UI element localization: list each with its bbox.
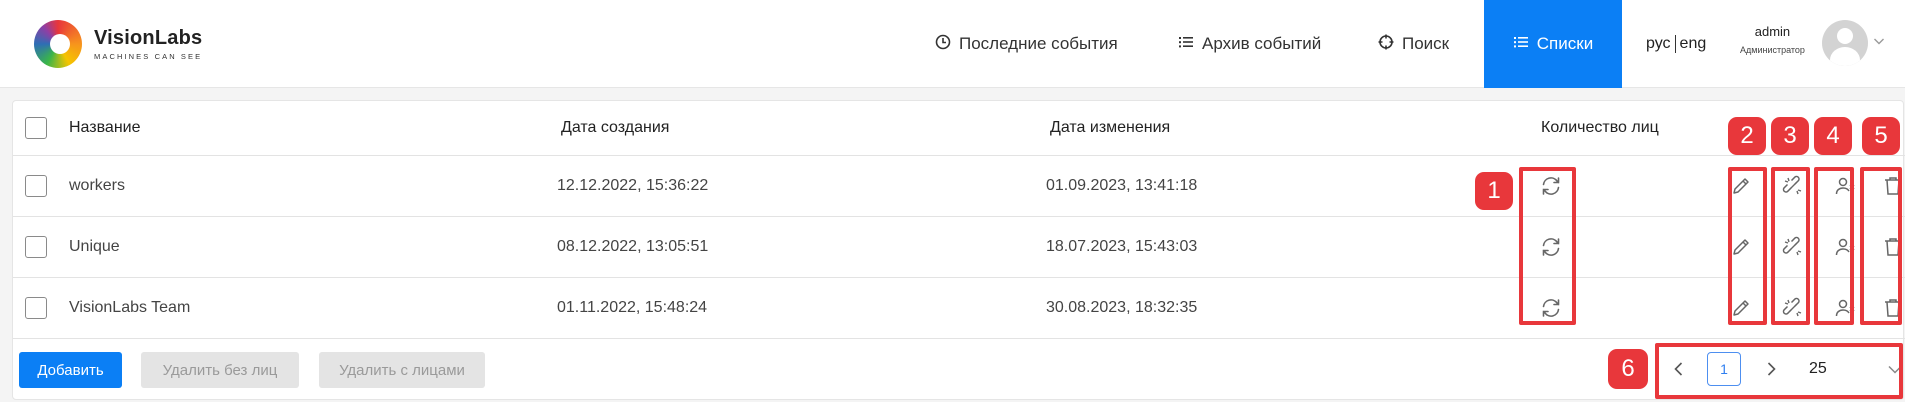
logo-name: VisionLabs <box>94 27 203 49</box>
avatar[interactable] <box>1822 20 1868 66</box>
logo-tagline: MACHINES CAN SEE <box>94 52 203 61</box>
add-button[interactable]: Добавить <box>19 352 122 388</box>
nav-search[interactable]: Поиск <box>1378 0 1478 88</box>
crosshair-icon <box>1378 34 1394 55</box>
annotation-badge-5: 5 <box>1862 117 1900 155</box>
created-date: 08.12.2022, 13:05:51 <box>557 238 709 255</box>
row-checkbox[interactable] <box>25 236 47 258</box>
annotation-box-edit <box>1728 167 1767 325</box>
annotation-box-refresh <box>1519 167 1576 325</box>
top-header: VisionLabs MACHINES CAN SEE Последние со… <box>0 0 1905 88</box>
annotation-badge-3: 3 <box>1771 117 1809 155</box>
column-header-name[interactable]: Название <box>69 101 141 155</box>
user-name: admin <box>1754 24 1791 39</box>
clock-icon <box>935 34 951 55</box>
modified-date: 30.08.2023, 18:32:35 <box>1046 299 1198 316</box>
nav-label: Списки <box>1536 34 1594 53</box>
row-checkbox[interactable] <box>25 297 47 319</box>
list-name[interactable]: workers <box>69 156 125 216</box>
list-icon <box>1513 34 1529 55</box>
language-switcher: рус eng <box>1646 0 1706 88</box>
column-header-created[interactable]: Дата создания <box>561 101 669 155</box>
user-role: Администратор <box>1740 45 1805 55</box>
annotation-box-delete <box>1860 167 1902 325</box>
lang-divider <box>1674 35 1676 53</box>
lang-en[interactable]: eng <box>1680 35 1707 53</box>
annotation-badge-4: 4 <box>1814 117 1852 155</box>
list-icon <box>1178 34 1194 55</box>
nav-recent-events[interactable]: Последние события <box>935 0 1145 88</box>
nav-label: Поиск <box>1402 34 1450 53</box>
logo-ring-icon <box>34 20 82 68</box>
table-header-row: Название Дата создания Дата изменения Ко… <box>13 101 1905 156</box>
table-row[interactable]: Unique 08.12.2022, 13:05:51 18.07.2023, … <box>13 217 1905 278</box>
column-header-face-count[interactable]: Количество лиц <box>1541 101 1659 155</box>
created-date: 01.11.2022, 15:48:24 <box>557 299 708 316</box>
list-name[interactable]: VisionLabs Team <box>69 278 190 338</box>
annotation-box-pagination <box>1655 343 1903 399</box>
nav-event-archive[interactable]: Архив событий <box>1178 0 1343 88</box>
chevron-down-icon[interactable] <box>1873 34 1885 46</box>
annotation-badge-1: 1 <box>1475 172 1513 210</box>
nav-lists[interactable]: Списки <box>1484 0 1622 88</box>
annotation-badge-6: 6 <box>1608 349 1648 389</box>
table-row[interactable]: workers 12.12.2022, 15:36:22 01.09.2023,… <box>13 156 1905 217</box>
user-info[interactable]: admin Администратор <box>1740 24 1805 55</box>
annotation-badge-2: 2 <box>1728 117 1766 155</box>
vision-labs-logo[interactable]: VisionLabs MACHINES CAN SEE <box>34 20 202 68</box>
list-name[interactable]: Unique <box>69 217 120 277</box>
annotation-box-remove-faces <box>1814 167 1854 325</box>
annotation-box-unlink <box>1771 167 1810 325</box>
modified-date: 01.09.2023, 13:41:18 <box>1046 177 1198 194</box>
select-all-checkbox[interactable] <box>25 117 47 139</box>
delete-without-faces-button[interactable]: Удалить без лиц <box>141 352 299 388</box>
created-date: 12.12.2022, 15:36:22 <box>557 177 709 194</box>
row-checkbox[interactable] <box>25 175 47 197</box>
modified-date: 18.07.2023, 15:43:03 <box>1046 238 1198 255</box>
table-row[interactable]: VisionLabs Team 01.11.2022, 15:48:24 30.… <box>13 278 1905 339</box>
delete-with-faces-button[interactable]: Удалить с лицами <box>319 352 485 388</box>
nav-label: Архив событий <box>1202 34 1322 53</box>
nav-label: Последние события <box>959 34 1118 53</box>
column-header-modified[interactable]: Дата изменения <box>1050 101 1170 155</box>
lang-ru[interactable]: рус <box>1646 35 1671 53</box>
